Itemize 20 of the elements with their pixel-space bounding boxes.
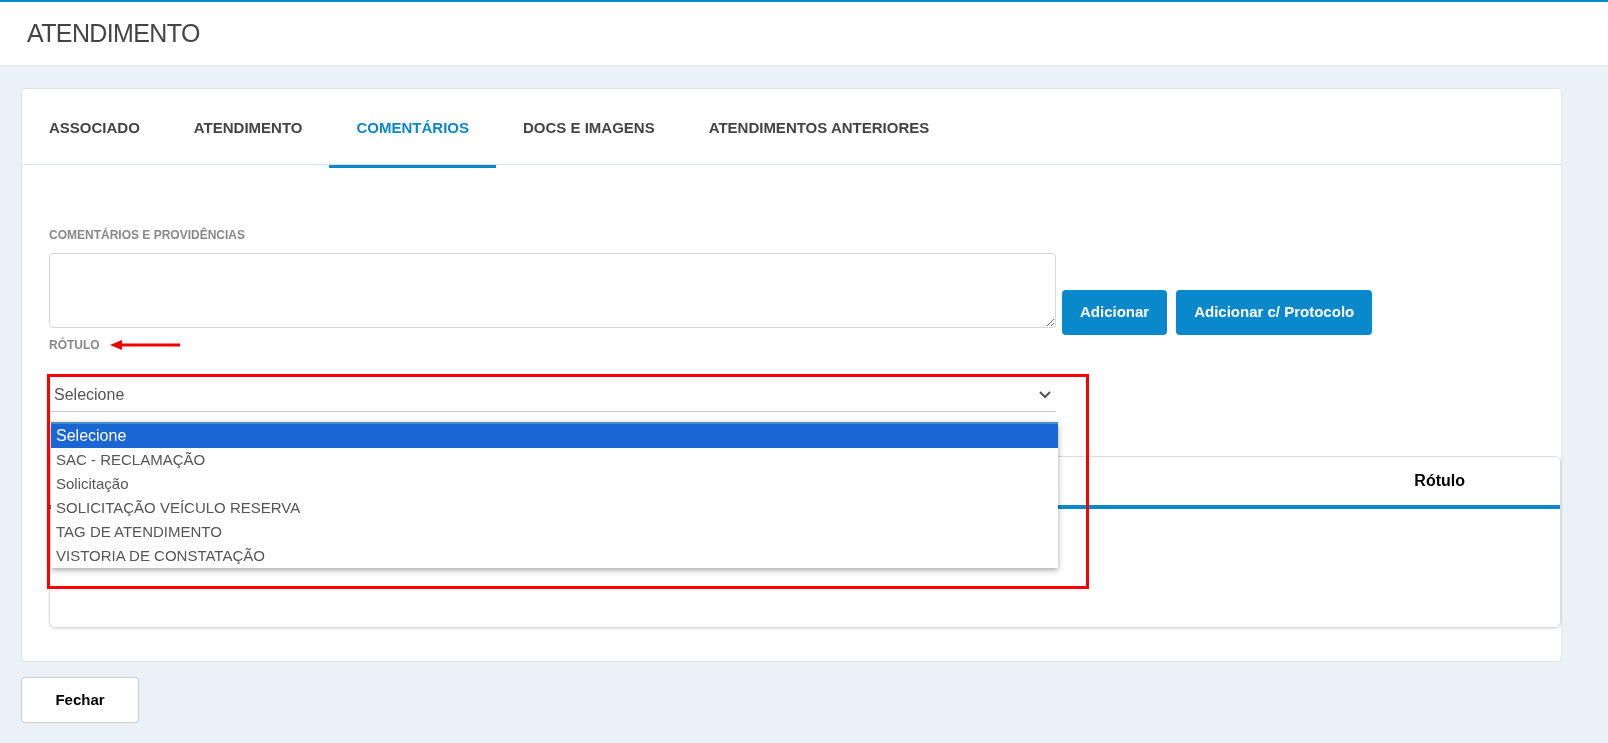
dropdown-option[interactable]: Selecione — [51, 424, 1058, 448]
tab[interactable]: ASSOCIADO — [22, 92, 167, 168]
tab[interactable]: DOCS E IMAGENS — [495, 92, 682, 168]
tab[interactable]: ATENDIMENTO — [166, 92, 330, 168]
field-label: RÓTULO — [49, 337, 100, 353]
add-button[interactable]: Adicionar c/ Protocolo — [1176, 290, 1373, 335]
add-button[interactable]: Adicionar — [1062, 290, 1168, 335]
dropdown-option[interactable]: SAC - RECLAMAÇÃO — [51, 448, 1058, 472]
page-title: ATENDIMENTO — [27, 17, 200, 49]
tab[interactable]: COMENTÁRIOS — [329, 92, 496, 168]
chevron-down-icon — [1039, 390, 1051, 399]
column-header: Rótulo — [1414, 471, 1465, 491]
close-button[interactable]: Fechar — [21, 677, 139, 723]
dropdown-option[interactable]: Solicitação — [51, 472, 1058, 496]
tab[interactable]: ATENDIMENTOS ANTERIORES — [681, 92, 957, 168]
dropdown-option[interactable]: SOLICITAÇÃO VEÍCULO RESERVA — [51, 496, 1058, 520]
comment-field[interactable] — [49, 253, 1056, 328]
dropdown-option[interactable]: TAG DE ATENDIMENTO — [51, 520, 1058, 544]
field-label: COMENTÁRIOS E PROVIDÊNCIAS — [49, 227, 247, 243]
dropdown-option[interactable]: VISTORIA DE CONSTATAÇÃO — [51, 544, 1058, 568]
